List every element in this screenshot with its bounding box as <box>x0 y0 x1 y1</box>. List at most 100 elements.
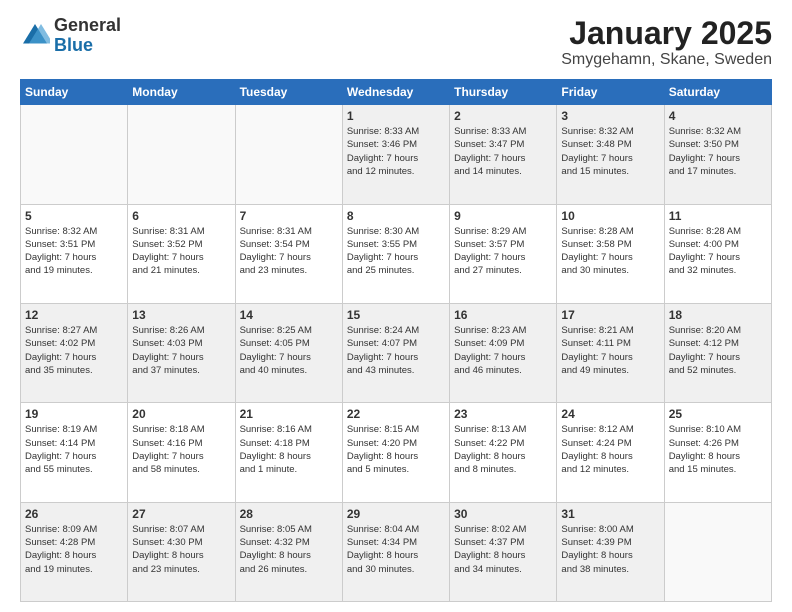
day-number: 17 <box>561 308 659 322</box>
table-row: 10 Sunrise: 8:28 AM Sunset: 3:58 PM Dayli… <box>557 204 664 303</box>
day-number: 25 <box>669 407 767 421</box>
day-number: 29 <box>347 507 445 521</box>
day-number: 9 <box>454 209 552 223</box>
day-number: 1 <box>347 109 445 123</box>
day-info: Sunrise: 8:19 AM Sunset: 4:14 PM Dayligh… <box>25 423 123 476</box>
table-row: 9 Sunrise: 8:29 AM Sunset: 3:57 PM Daylig… <box>450 204 557 303</box>
day-number: 14 <box>240 308 338 322</box>
day-number: 5 <box>25 209 123 223</box>
table-row: 14 Sunrise: 8:25 AM Sunset: 4:05 PM Dayli… <box>235 303 342 402</box>
day-number: 22 <box>347 407 445 421</box>
day-info: Sunrise: 8:20 AM Sunset: 4:12 PM Dayligh… <box>669 324 767 377</box>
table-row <box>235 105 342 204</box>
table-row: 31Sunrise: 8:00 AM Sunset: 4:39 PM Dayli… <box>557 502 664 601</box>
day-number: 8 <box>347 209 445 223</box>
logo-blue-label: Blue <box>54 36 121 56</box>
header: General Blue January 2025 Smygehamn, Ska… <box>20 16 772 69</box>
table-row: 12 Sunrise: 8:27 AM Sunset: 4:02 PM Dayli… <box>21 303 128 402</box>
table-row: 15 Sunrise: 8:24 AM Sunset: 4:07 PM Dayli… <box>342 303 449 402</box>
table-row <box>664 502 771 601</box>
day-info: Sunrise: 8:32 AM Sunset: 3:48 PM Dayligh… <box>561 125 659 178</box>
day-number: 28 <box>240 507 338 521</box>
table-row: 21 Sunrise: 8:16 AM Sunset: 4:18 PM Dayli… <box>235 403 342 502</box>
day-number: 20 <box>132 407 230 421</box>
header-sunday: Sunday <box>21 80 128 105</box>
day-info: Sunrise: 8:07 AM Sunset: 4:30 PM Dayligh… <box>132 523 230 576</box>
table-row: 29 Sunrise: 8:04 AM Sunset: 4:34 PM Dayli… <box>342 502 449 601</box>
table-row: 17 Sunrise: 8:21 AM Sunset: 4:11 PM Dayli… <box>557 303 664 402</box>
day-number: 15 <box>347 308 445 322</box>
day-number: 21 <box>240 407 338 421</box>
day-number: 18 <box>669 308 767 322</box>
day-number: 6 <box>132 209 230 223</box>
table-row <box>128 105 235 204</box>
day-info: Sunrise: 8:24 AM Sunset: 4:07 PM Dayligh… <box>347 324 445 377</box>
table-row: 2 Sunrise: 8:33 AM Sunset: 3:47 PM Daylig… <box>450 105 557 204</box>
table-row: 5Sunrise: 8:32 AM Sunset: 3:51 PM Daylig… <box>21 204 128 303</box>
title-block: January 2025 Smygehamn, Skane, Sweden <box>561 16 772 69</box>
day-number: 27 <box>132 507 230 521</box>
table-row: 6 Sunrise: 8:31 AM Sunset: 3:52 PM Daylig… <box>128 204 235 303</box>
day-number: 3 <box>561 109 659 123</box>
table-row: 24 Sunrise: 8:12 AM Sunset: 4:24 PM Dayli… <box>557 403 664 502</box>
day-info: Sunrise: 8:25 AM Sunset: 4:05 PM Dayligh… <box>240 324 338 377</box>
calendar-week-row: 1Sunrise: 8:33 AM Sunset: 3:46 PM Daylig… <box>21 105 772 204</box>
day-number: 31 <box>561 507 659 521</box>
day-number: 23 <box>454 407 552 421</box>
day-info: Sunrise: 8:09 AM Sunset: 4:28 PM Dayligh… <box>25 523 123 576</box>
table-row: 18 Sunrise: 8:20 AM Sunset: 4:12 PM Dayli… <box>664 303 771 402</box>
table-row: 27 Sunrise: 8:07 AM Sunset: 4:30 PM Dayli… <box>128 502 235 601</box>
day-number: 13 <box>132 308 230 322</box>
day-number: 10 <box>561 209 659 223</box>
day-number: 7 <box>240 209 338 223</box>
header-saturday: Saturday <box>664 80 771 105</box>
day-info: Sunrise: 8:13 AM Sunset: 4:22 PM Dayligh… <box>454 423 552 476</box>
header-thursday: Thursday <box>450 80 557 105</box>
logo: General Blue <box>20 16 121 56</box>
day-info: Sunrise: 8:16 AM Sunset: 4:18 PM Dayligh… <box>240 423 338 476</box>
day-info: Sunrise: 8:28 AM Sunset: 3:58 PM Dayligh… <box>561 225 659 278</box>
day-number: 2 <box>454 109 552 123</box>
day-info: Sunrise: 8:02 AM Sunset: 4:37 PM Dayligh… <box>454 523 552 576</box>
calendar-title: January 2025 <box>561 16 772 51</box>
table-row: 7 Sunrise: 8:31 AM Sunset: 3:54 PM Daylig… <box>235 204 342 303</box>
day-info: Sunrise: 8:10 AM Sunset: 4:26 PM Dayligh… <box>669 423 767 476</box>
day-info: Sunrise: 8:12 AM Sunset: 4:24 PM Dayligh… <box>561 423 659 476</box>
day-info: Sunrise: 8:30 AM Sunset: 3:55 PM Dayligh… <box>347 225 445 278</box>
day-info: Sunrise: 8:26 AM Sunset: 4:03 PM Dayligh… <box>132 324 230 377</box>
day-info: Sunrise: 8:27 AM Sunset: 4:02 PM Dayligh… <box>25 324 123 377</box>
calendar-week-row: 26 Sunrise: 8:09 AM Sunset: 4:28 PM Dayli… <box>21 502 772 601</box>
calendar-week-row: 5Sunrise: 8:32 AM Sunset: 3:51 PM Daylig… <box>21 204 772 303</box>
day-info: Sunrise: 8:21 AM Sunset: 4:11 PM Dayligh… <box>561 324 659 377</box>
day-number: 19 <box>25 407 123 421</box>
table-row: 25 Sunrise: 8:10 AM Sunset: 4:26 PM Dayli… <box>664 403 771 502</box>
day-number: 11 <box>669 209 767 223</box>
calendar-week-row: 12 Sunrise: 8:27 AM Sunset: 4:02 PM Dayli… <box>21 303 772 402</box>
day-number: 4 <box>669 109 767 123</box>
logo-text: General Blue <box>54 16 121 56</box>
day-number: 12 <box>25 308 123 322</box>
day-info: Sunrise: 8:15 AM Sunset: 4:20 PM Dayligh… <box>347 423 445 476</box>
day-info: Sunrise: 8:05 AM Sunset: 4:32 PM Dayligh… <box>240 523 338 576</box>
table-row: 30 Sunrise: 8:02 AM Sunset: 4:37 PM Dayli… <box>450 502 557 601</box>
logo-icon <box>20 21 50 51</box>
table-row: 19 Sunrise: 8:19 AM Sunset: 4:14 PM Dayli… <box>21 403 128 502</box>
day-info: Sunrise: 8:31 AM Sunset: 3:52 PM Dayligh… <box>132 225 230 278</box>
day-info: Sunrise: 8:23 AM Sunset: 4:09 PM Dayligh… <box>454 324 552 377</box>
day-info: Sunrise: 8:04 AM Sunset: 4:34 PM Dayligh… <box>347 523 445 576</box>
calendar-subtitle: Smygehamn, Skane, Sweden <box>561 51 772 69</box>
day-number: 30 <box>454 507 552 521</box>
table-row: 1Sunrise: 8:33 AM Sunset: 3:46 PM Daylig… <box>342 105 449 204</box>
table-row: 13 Sunrise: 8:26 AM Sunset: 4:03 PM Dayli… <box>128 303 235 402</box>
day-info: Sunrise: 8:33 AM Sunset: 3:47 PM Dayligh… <box>454 125 552 178</box>
weekday-header-row: Sunday Monday Tuesday Wednesday Thursday… <box>21 80 772 105</box>
day-info: Sunrise: 8:31 AM Sunset: 3:54 PM Dayligh… <box>240 225 338 278</box>
table-row: 3 Sunrise: 8:32 AM Sunset: 3:48 PM Daylig… <box>557 105 664 204</box>
header-friday: Friday <box>557 80 664 105</box>
header-monday: Monday <box>128 80 235 105</box>
table-row: 20Sunrise: 8:18 AM Sunset: 4:16 PM Dayli… <box>128 403 235 502</box>
table-row: 26 Sunrise: 8:09 AM Sunset: 4:28 PM Dayli… <box>21 502 128 601</box>
day-number: 24 <box>561 407 659 421</box>
day-number: 26 <box>25 507 123 521</box>
day-info: Sunrise: 8:29 AM Sunset: 3:57 PM Dayligh… <box>454 225 552 278</box>
